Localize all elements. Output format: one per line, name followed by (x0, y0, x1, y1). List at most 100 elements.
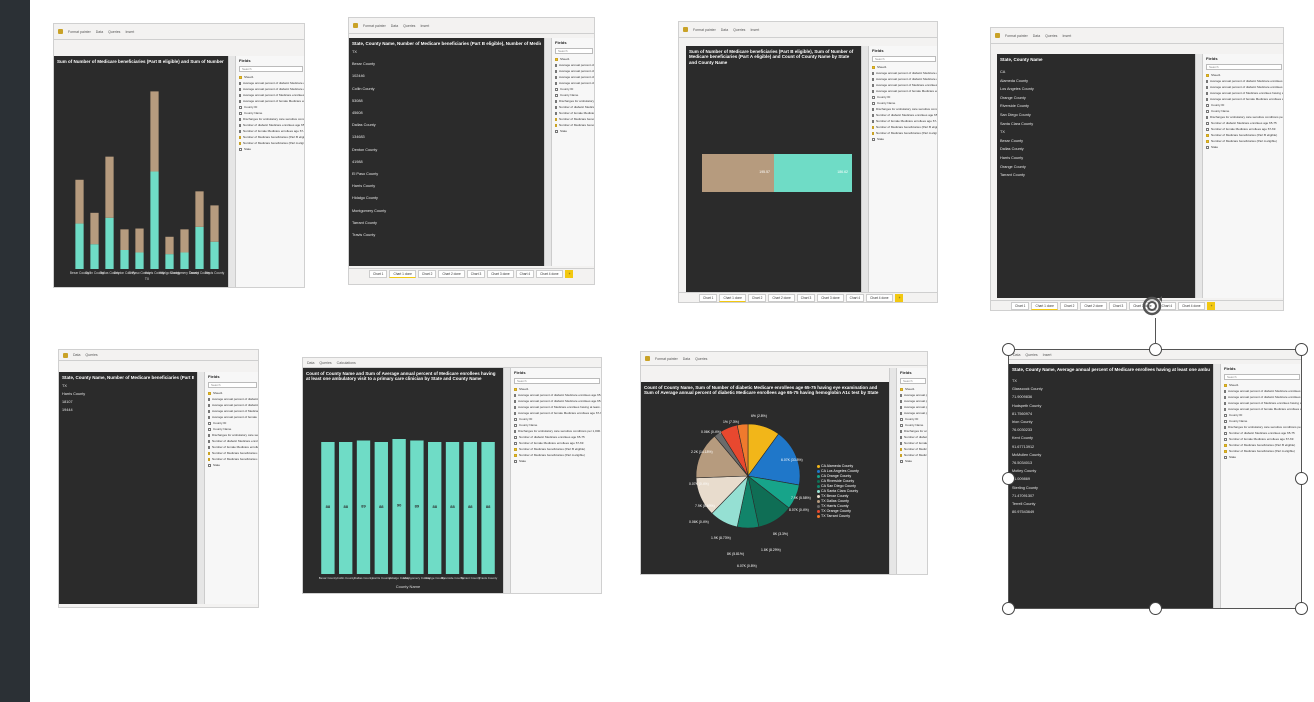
field-checkbox[interactable] (1206, 121, 1209, 125)
page-tab[interactable]: Chart 4 done (1178, 301, 1205, 310)
field-checkbox[interactable] (208, 463, 211, 467)
legend-item[interactable]: CA Orange County (817, 474, 851, 478)
field-checkbox[interactable] (514, 441, 517, 445)
field-checkbox[interactable] (208, 421, 211, 425)
field-checkbox[interactable] (900, 453, 902, 457)
fields-search-input[interactable]: Search (239, 66, 303, 72)
add-page-button[interactable]: + (894, 293, 903, 302)
ribbon-item[interactable]: Queries (1045, 34, 1057, 38)
field-checkbox[interactable] (555, 117, 557, 121)
fields-search-input[interactable]: Search (900, 378, 926, 384)
field-checkbox[interactable] (900, 399, 902, 403)
fields-search-input[interactable]: Search (208, 382, 257, 388)
field-checkbox[interactable] (239, 147, 242, 151)
field-checkbox[interactable] (900, 459, 903, 463)
matrix-row[interactable]: Hidalgo County (352, 196, 378, 200)
field-checkbox[interactable] (872, 131, 874, 135)
matrix-row[interactable]: Santa Clara County (1000, 122, 1033, 126)
ribbon-item[interactable]: Queries (403, 24, 415, 28)
field-checkbox[interactable] (900, 405, 902, 409)
field-checkbox[interactable] (514, 447, 517, 451)
report-canvas[interactable]: State, County Name, Number of Medicare b… (59, 372, 197, 604)
visualizations-pane-collapsed[interactable] (861, 46, 868, 298)
legend-item[interactable]: CA Los Angeles County (817, 469, 859, 473)
field-checkbox[interactable] (239, 117, 241, 121)
ribbon-item[interactable]: Format painter (655, 357, 678, 361)
resize-handle-bottom-left[interactable] (1002, 602, 1015, 615)
ribbon-item[interactable]: Insert (750, 28, 759, 32)
field-checkbox[interactable] (514, 393, 516, 397)
field-checkbox[interactable] (900, 441, 902, 445)
field-checkbox[interactable] (208, 409, 210, 413)
field-checkbox[interactable] (872, 107, 874, 111)
field-checkbox[interactable] (1206, 109, 1209, 113)
ribbon-item[interactable]: Insert (125, 30, 134, 34)
page-tab[interactable]: Chart 2 done (768, 293, 795, 302)
page-tab[interactable]: Chart 2 (1059, 301, 1079, 310)
page-tab[interactable]: Chart 3 (466, 269, 486, 278)
report-canvas[interactable]: Sum of Number of Medicare beneficiaries … (54, 56, 228, 287)
field-checkbox[interactable] (900, 435, 902, 439)
page-tab[interactable]: Chart 2 (747, 293, 767, 302)
field-checkbox[interactable] (1206, 145, 1209, 149)
ribbon-item[interactable]: Data (73, 353, 80, 357)
field-checkbox[interactable] (555, 105, 557, 109)
field-item[interactable]: State (552, 128, 594, 134)
thumbnail-5[interactable]: Data Queries State, County Name, Number … (58, 349, 259, 608)
matrix-row[interactable]: 41988 (352, 160, 363, 164)
matrix-row[interactable]: Bexar County (1000, 139, 1023, 143)
report-canvas[interactable]: State, County Name CA Alameda County Los A… (997, 54, 1195, 298)
matrix-row[interactable]: Tarrant County (1000, 173, 1025, 177)
field-checkbox[interactable] (872, 137, 875, 141)
field-checkbox[interactable] (239, 87, 241, 91)
matrix-row[interactable]: Los Angeles County (1000, 87, 1034, 91)
field-checkbox[interactable] (872, 125, 874, 129)
matrix-row[interactable]: Alameda County (1000, 79, 1028, 83)
matrix-row[interactable]: Tarrant County (352, 221, 377, 225)
field-checkbox[interactable] (514, 399, 516, 403)
field-checkbox[interactable] (872, 83, 874, 87)
field-item[interactable]: State (205, 462, 258, 468)
resize-handle-middle-right[interactable] (1295, 472, 1308, 485)
matrix-row[interactable]: San Diego County (1000, 113, 1031, 117)
thumbnail-3[interactable]: Format painter Data Queries Insert Sum o… (678, 21, 938, 303)
field-checkbox[interactable] (239, 135, 241, 139)
field-checkbox[interactable] (1206, 103, 1209, 107)
ribbon-item[interactable]: Queries (319, 361, 331, 365)
field-checkbox[interactable] (900, 423, 903, 427)
field-checkbox[interactable] (239, 123, 241, 127)
resize-handle-bottom-right[interactable] (1295, 602, 1308, 615)
field-checkbox[interactable] (555, 123, 557, 127)
legend-item[interactable]: TX Bexar County (817, 494, 848, 498)
visualizations-pane-collapsed[interactable] (228, 56, 235, 287)
matrix-row[interactable]: Travis County (352, 233, 375, 237)
ribbon-item[interactable]: Format painter (693, 28, 716, 32)
resize-handle-middle-left[interactable] (1002, 472, 1015, 485)
report-canvas[interactable]: Count of County Name and Sum of Average … (303, 368, 503, 593)
field-item[interactable]: State (897, 458, 927, 464)
matrix-row[interactable]: Bexar County (352, 62, 375, 66)
rotate-icon[interactable] (1140, 294, 1164, 318)
field-checkbox[interactable] (239, 141, 241, 145)
field-checkbox[interactable] (1206, 133, 1209, 137)
report-canvas[interactable]: Count of County Name, Sum of Number of d… (641, 382, 889, 574)
visualizations-pane-collapsed[interactable] (503, 368, 510, 593)
fields-search-input[interactable]: Search (555, 48, 593, 54)
field-checkbox[interactable] (239, 99, 241, 103)
resize-handle-bottom-middle[interactable] (1149, 602, 1162, 615)
field-checkbox[interactable] (514, 453, 517, 457)
matrix-row[interactable]: Orange County (1000, 96, 1026, 100)
page-tab[interactable]: Chart 3 (796, 293, 816, 302)
field-checkbox[interactable] (239, 105, 242, 109)
field-checkbox[interactable] (514, 411, 516, 415)
field-checkbox[interactable] (208, 403, 210, 407)
field-checkbox[interactable] (555, 93, 558, 97)
field-checkbox[interactable] (1206, 115, 1208, 119)
field-checkbox[interactable] (208, 433, 210, 437)
ribbon-item[interactable]: Data (96, 30, 103, 34)
ribbon-item[interactable]: Queries (108, 30, 120, 34)
matrix-row[interactable]: Harris County (352, 184, 375, 188)
field-checkbox[interactable] (1206, 97, 1208, 101)
field-checkbox[interactable] (555, 63, 557, 67)
field-checkbox[interactable] (514, 459, 517, 463)
